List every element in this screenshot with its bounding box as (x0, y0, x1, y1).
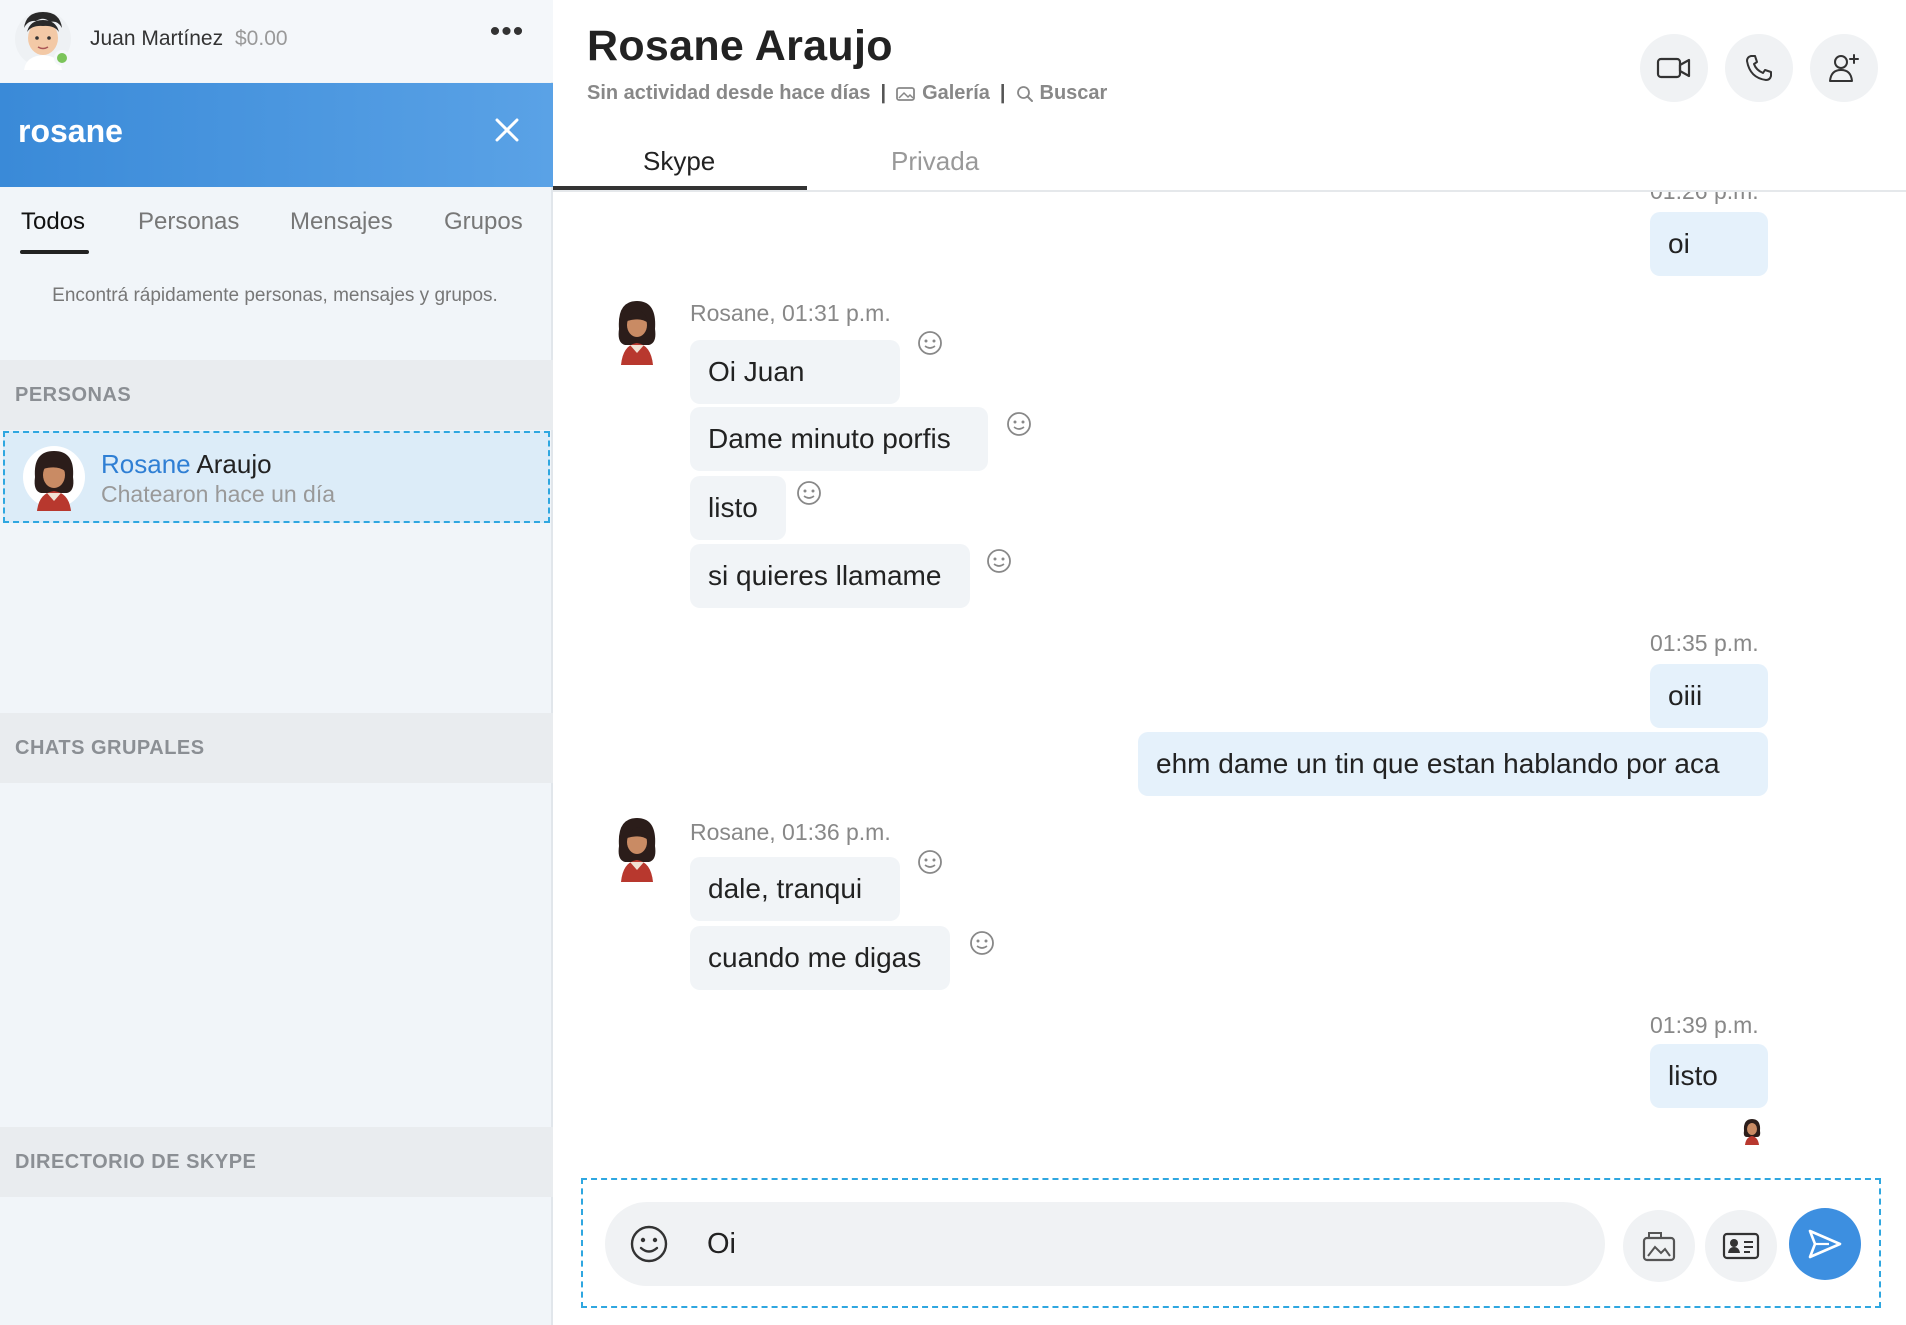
send-icon (1808, 1229, 1842, 1259)
search-result-contact[interactable]: Rosane Araujo Chatearon hace un día (3, 431, 550, 523)
close-icon[interactable] (490, 113, 524, 147)
contact-name: Rosane Araujo (101, 449, 272, 480)
gallery-link[interactable]: Galería (896, 82, 990, 104)
message-list[interactable]: 01:26 p.m. oi Rosane, 01:31 p.m. Oi Juan… (553, 192, 1906, 1168)
gallery-label: Galería (922, 82, 990, 105)
message-timestamp: 01:35 p.m. (1650, 630, 1759, 656)
tab-skype[interactable]: Skype (643, 146, 715, 177)
filter-tab-personas[interactable]: Personas (138, 208, 239, 236)
add-person-icon (1829, 54, 1859, 82)
send-button[interactable] (1789, 1208, 1861, 1280)
contact-name-match: Rosane (101, 449, 191, 479)
skype-app: Juan Martínez $0.00 ••• Todos Personas M… (0, 0, 1906, 1325)
activity-status: Sin actividad desde hace días (587, 82, 871, 105)
search-icon (1016, 85, 1033, 102)
message-bubble-incoming[interactable]: listo (690, 476, 786, 540)
search-filter-tabs: Todos Personas Mensajes Grupos (0, 190, 553, 258)
sender-name-time: Rosane, 01:31 p.m. (690, 300, 891, 326)
contact-name-rest: Araujo (190, 449, 272, 479)
phone-call-icon (1746, 55, 1772, 81)
message-bubble-outgoing[interactable]: oiii (1650, 664, 1768, 728)
message-bubble-outgoing[interactable]: ehm dame un tin que estan hablando por a… (1138, 732, 1768, 796)
contact-card-icon (1722, 1232, 1760, 1260)
add-person-button[interactable] (1810, 34, 1878, 102)
sender-avatar[interactable] (613, 814, 661, 882)
video-call-icon (1656, 57, 1691, 79)
message-bubble-incoming[interactable]: Oi Juan (690, 340, 900, 404)
section-header-personas: PERSONAS (0, 360, 553, 430)
message-bubble-incoming[interactable]: dale, tranqui (690, 857, 900, 921)
contact-avatar (23, 446, 85, 511)
profile-bar: Juan Martínez $0.00 ••• (0, 0, 553, 82)
filter-tab-grupos[interactable]: Grupos (444, 208, 523, 236)
section-header-directorio: DIRECTORIO DE SKYPE (0, 1127, 553, 1197)
chat-panel: Rosane Araujo Sin actividad desde hace d… (553, 0, 1906, 1325)
message-bubble-incoming[interactable]: Dame minuto porfis (690, 407, 988, 471)
meta-separator-2: | (999, 82, 1006, 105)
section-header-chats-grupales: CHATS GRUPALES (0, 713, 553, 783)
smiley-reaction-icon[interactable] (916, 329, 944, 357)
smiley-reaction-icon[interactable] (795, 479, 823, 507)
sender-avatar[interactable] (613, 297, 661, 365)
media-gallery-icon (1642, 1232, 1676, 1262)
audio-call-button[interactable] (1725, 34, 1793, 102)
chat-meta-bar: Sin actividad desde hace días | Galería | Bu… (587, 82, 1107, 105)
presence-online-indicator (54, 50, 70, 66)
contact-subtitle: Chatearon hace un día (101, 481, 336, 507)
smiley-reaction-icon[interactable] (916, 848, 944, 876)
gallery-icon (896, 86, 915, 101)
message-bubble-incoming[interactable]: si quieres llamame (690, 544, 970, 608)
message-timestamp: 01:26 p.m. (1650, 192, 1759, 205)
skype-credit[interactable]: $0.00 (235, 27, 288, 51)
active-filter-indicator (20, 250, 89, 254)
contact-card-button[interactable] (1705, 1210, 1777, 1282)
smiley-reaction-icon[interactable] (968, 929, 996, 957)
search-bar (0, 83, 553, 187)
emoji-icon[interactable] (627, 1222, 671, 1266)
search-hint: Encontrá rápidamente personas, mensajes … (52, 285, 498, 306)
search-in-chat-link[interactable]: Buscar (1016, 82, 1108, 105)
search-label: Buscar (1039, 82, 1108, 105)
message-bubble-outgoing[interactable]: listo (1650, 1044, 1768, 1108)
chat-title[interactable]: Rosane Araujo (587, 22, 893, 71)
search-input[interactable] (18, 113, 478, 150)
ellipsis-icon[interactable]: ••• (484, 17, 530, 58)
sender-name-time: Rosane, 01:36 p.m. (690, 819, 891, 845)
media-gallery-button[interactable] (1623, 1210, 1695, 1282)
profile-name[interactable]: Juan Martínez (90, 27, 223, 51)
message-input[interactable] (707, 1220, 1567, 1268)
video-call-button[interactable] (1640, 34, 1708, 102)
message-timestamp: 01:39 p.m. (1650, 1012, 1759, 1038)
filter-tab-todos[interactable]: Todos (21, 208, 85, 236)
filter-tab-mensajes[interactable]: Mensajes (290, 208, 393, 236)
message-bubble-incoming[interactable]: cuando me digas (690, 926, 950, 990)
sidebar: Juan Martínez $0.00 ••• Todos Personas M… (0, 0, 553, 1325)
meta-separator: | (880, 82, 887, 105)
composer-input-wrap (605, 1202, 1605, 1286)
message-bubble-outgoing[interactable]: oi (1650, 212, 1768, 276)
tab-privada[interactable]: Privada (891, 146, 979, 177)
smiley-reaction-icon[interactable] (985, 547, 1013, 575)
read-receipt-avatar (1743, 1119, 1761, 1145)
message-composer (581, 1178, 1881, 1308)
smiley-reaction-icon[interactable] (1005, 410, 1033, 438)
